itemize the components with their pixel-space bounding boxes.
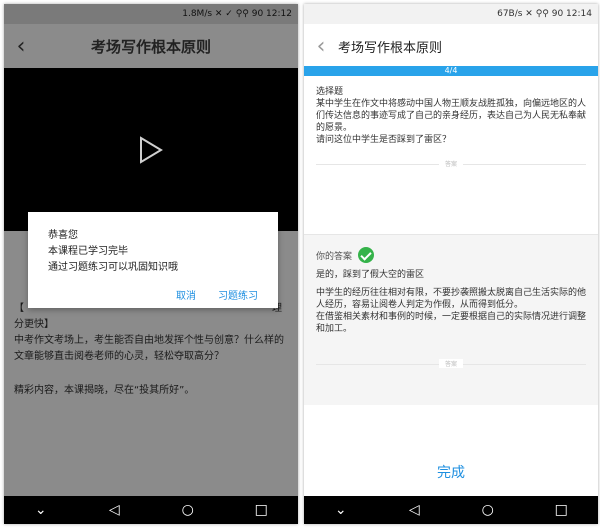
check-icon: [358, 247, 375, 263]
status-text: 1.8M/s ✕ ✓ ⚲⚲ 90 12:12: [182, 9, 292, 19]
status-text: 67B/s ✕ ⚲⚲ 90 12:14: [497, 9, 592, 19]
recent-apps-icon[interactable]: □: [241, 502, 281, 518]
progress-bar: 4/4: [304, 66, 598, 76]
page-title: 考场写作根本原则: [90, 37, 211, 56]
left-phone-screen: 1.8M/s ✕ ✓ ⚲⚲ 90 12:12 ‹ 考场写作根本原则 【 理 分更…: [4, 4, 298, 524]
divider: 答案: [316, 159, 586, 168]
answer-explanation: 中学生的经历往往相对有限，不要抄袭照搬太脱离自己生活实际的他人经历，容易让阅卷人…: [316, 287, 586, 335]
chevron-down-icon[interactable]: ⌄: [21, 502, 61, 518]
summary-open-bracket: 【: [14, 303, 24, 314]
divider: 答案: [316, 359, 586, 368]
more-text: 精彩内容，本课揭晓，尽在“投其所好”。: [14, 385, 195, 396]
answer-label: 你的答案: [316, 247, 375, 263]
home-icon[interactable]: ○: [468, 502, 508, 518]
answer-text: 是的，踩到了假大空的雷区: [316, 270, 425, 280]
video-player[interactable]: [4, 68, 298, 231]
question-type: 选择题: [316, 87, 344, 97]
dialog-title: 恭喜您: [48, 230, 78, 241]
right-phone-screen: 67B/s ✕ ⚲⚲ 90 12:14 ‹ 考场写作根本原则 4/4 选择题 某…: [304, 4, 598, 524]
question-text: 某中学生在作文中将感动中国人物王顺友战胜孤独，向偏远地区的人们传达信息的事迹写成…: [316, 99, 587, 133]
status-bar: 1.8M/s ✕ ✓ ⚲⚲ 90 12:12: [4, 4, 298, 24]
question-block: 选择题 某中学生在作文中将感动中国人物王顺友战胜孤独，向偏远地区的人们传达信息的…: [316, 86, 586, 146]
explanation-para-1: 中学生的经历往往相对有限，不要抄袭照搬太脱离自己生活实际的他人经历，容易让阅卷人…: [316, 288, 587, 310]
dialog-message-1: 本课程已学习完毕: [48, 246, 128, 257]
finish-button[interactable]: 完成: [304, 462, 598, 482]
back-icon[interactable]: ◁: [394, 502, 434, 518]
description-text: 中考作文考场上，考生能否自由地发挥个性与创意？什么样的文章能够直击阅卷老师的心灵…: [14, 335, 284, 362]
navigation-bar: ⌄ ◁ ○ □: [304, 496, 598, 524]
answer-label-text: 你的答案: [316, 251, 353, 262]
summary-line2: 分更快】: [14, 319, 54, 330]
cancel-button[interactable]: 取消: [176, 287, 196, 302]
completion-dialog: 恭喜您 本课程已学习完毕 通过习题练习可以巩固知识哦 取消 习题练习: [28, 212, 278, 308]
chevron-down-icon[interactable]: ⌄: [321, 502, 361, 518]
page-title: 考场写作根本原则: [338, 40, 443, 56]
progress-label: 4/4: [444, 66, 458, 75]
home-icon[interactable]: ○: [168, 502, 208, 518]
navigation-bar: ⌄ ◁ ○ □: [4, 496, 298, 524]
question-ask: 请问这位中学生是否踩到了雷区？: [316, 135, 452, 145]
recent-apps-icon[interactable]: □: [541, 502, 581, 518]
divider-label: 答案: [438, 159, 464, 168]
divider-label: 答案: [438, 359, 464, 368]
page-header: ‹ 考场写作根本原则: [304, 24, 598, 69]
chevron-left-icon[interactable]: ‹: [4, 34, 38, 59]
exercise-button[interactable]: 习题练习: [218, 287, 258, 302]
chevron-left-icon[interactable]: ‹: [304, 34, 338, 59]
back-icon[interactable]: ◁: [94, 502, 134, 518]
page-header: ‹ 考场写作根本原则: [4, 24, 298, 68]
play-icon[interactable]: [139, 135, 163, 164]
answer-panel: 你的答案 是的，踩到了假大空的雷区 中学生的经历往往相对有限，不要抄袭照搬太脱离…: [304, 234, 598, 405]
dialog-message-2: 通过习题练习可以巩固知识哦: [48, 262, 178, 273]
explanation-para-2: 在借鉴相关素材和事例的时候，一定要根据自己的实际情况进行调整和加工。: [316, 312, 587, 334]
status-bar: 67B/s ✕ ⚲⚲ 90 12:14: [304, 4, 598, 24]
